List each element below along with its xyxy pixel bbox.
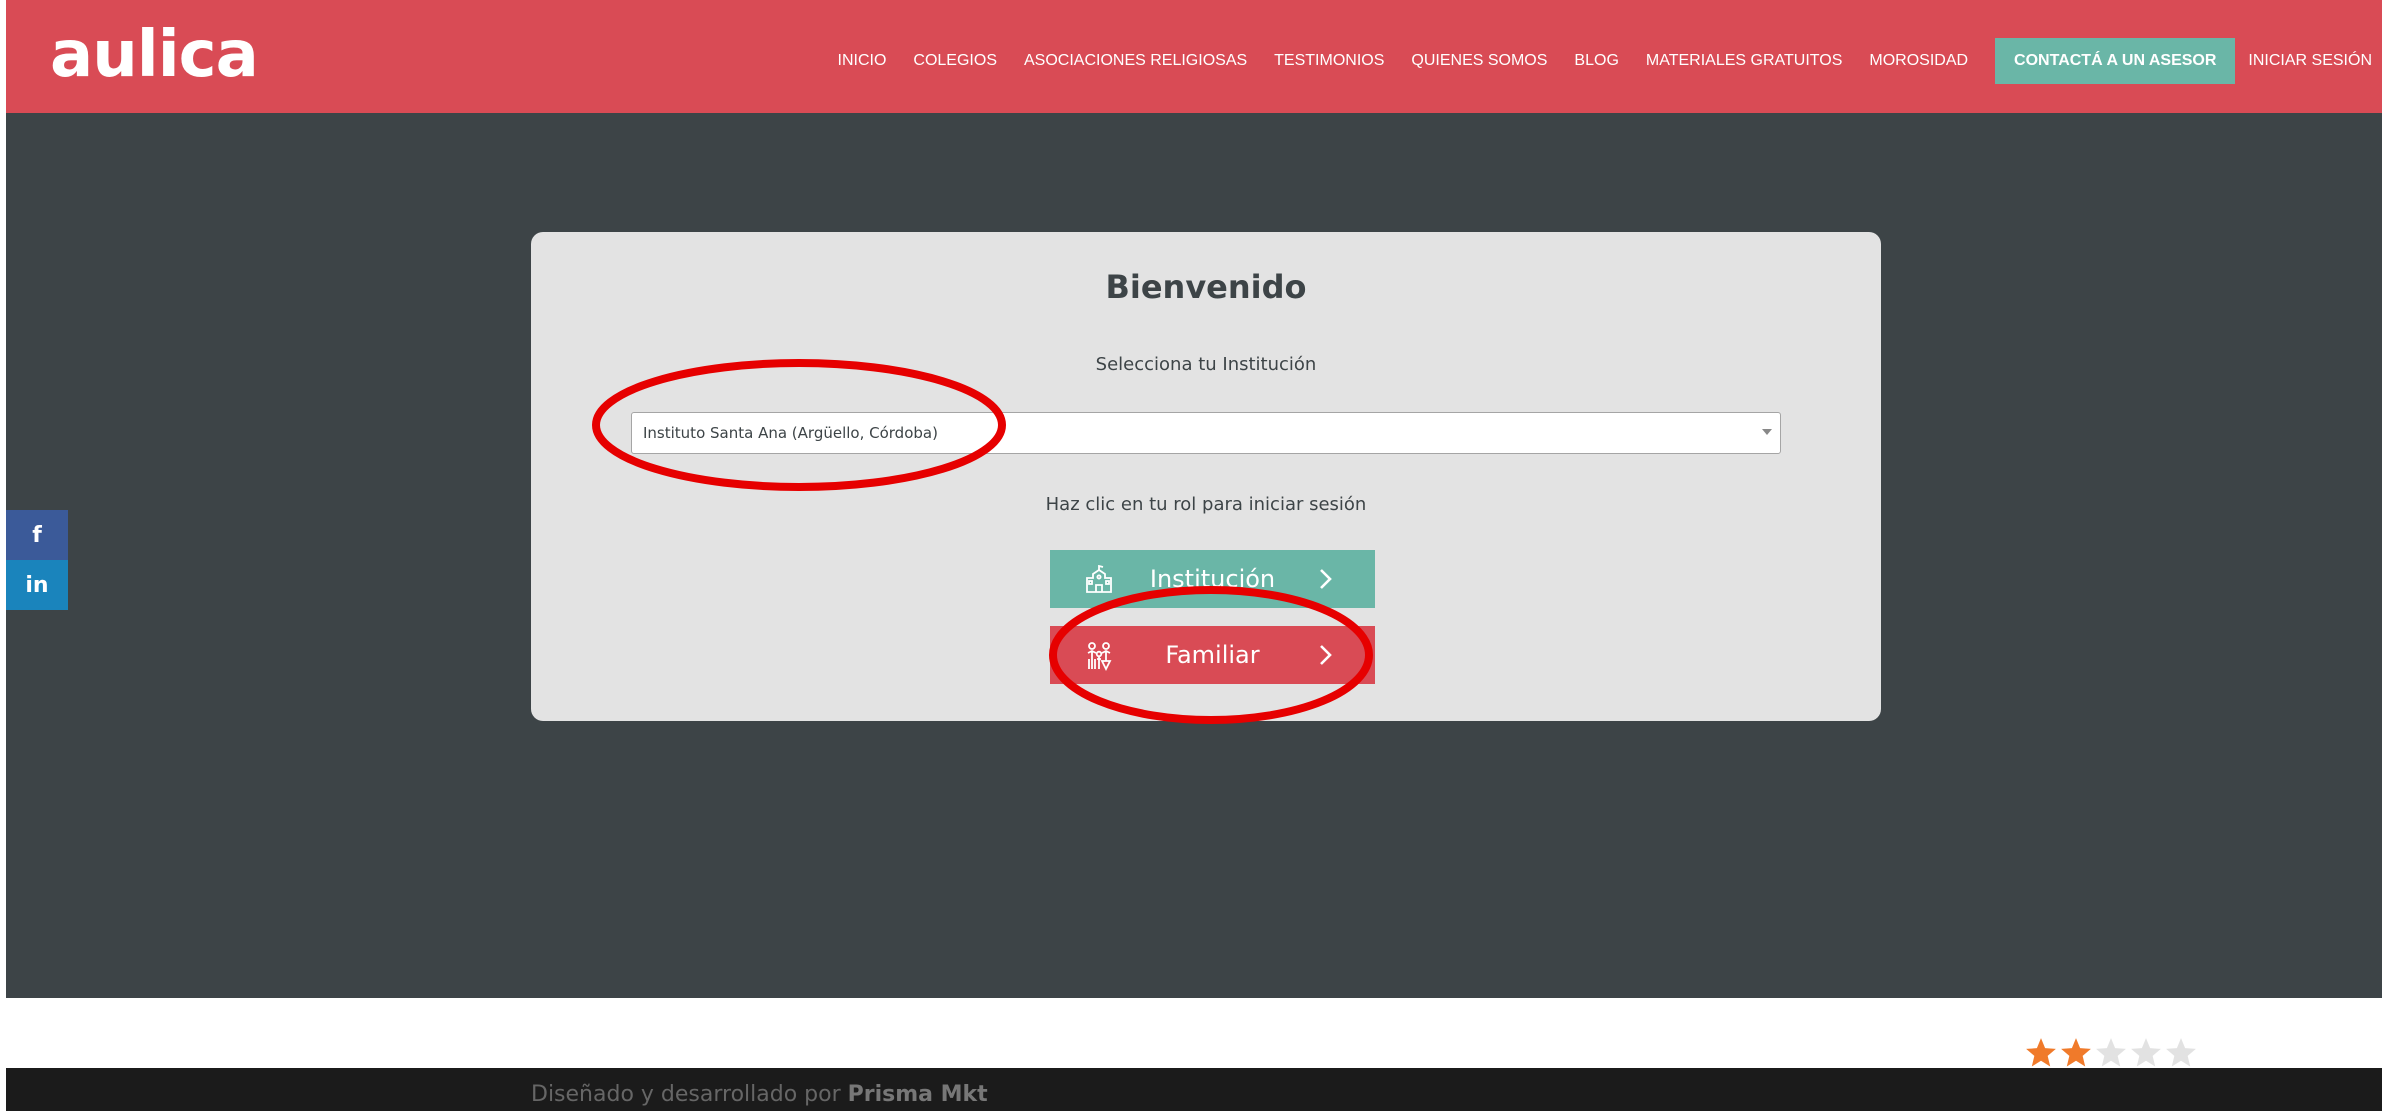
star-icon[interactable] — [2164, 1036, 2198, 1070]
login-card: Bienvenido Selecciona tu Institución Ins… — [531, 232, 1881, 721]
dropdown-arrow-icon — [1762, 429, 1772, 435]
login-link[interactable]: INICIAR SESIÓN — [2248, 52, 2372, 70]
family-role-button[interactable]: Familiar — [1050, 626, 1375, 684]
role-prompt: Haz clic en tu rol para iniciar sesión — [1045, 494, 1367, 515]
star-icon[interactable] — [2129, 1036, 2163, 1070]
footer-brand-link[interactable]: Prisma Mkt — [848, 1082, 988, 1107]
page-title: Bienvenido — [1105, 268, 1307, 306]
contact-advisor-button[interactable]: CONTACTÁ A UN ASESOR — [1995, 38, 2236, 84]
chevron-right-icon — [1320, 569, 1332, 589]
footer-credit: Diseñado y desarrollado por Prisma Mkt — [531, 1082, 988, 1107]
institution-select[interactable]: Instituto Santa Ana (Argüello, Córdoba) — [631, 412, 1781, 454]
linkedin-icon[interactable]: in — [6, 560, 68, 610]
nav-asociaciones-religiosas[interactable]: ASOCIACIONES RELIGIOSAS — [1024, 52, 1247, 70]
nav-materiales-gratuitos[interactable]: MATERIALES GRATUITOS — [1646, 52, 1842, 70]
institution-select-value: Instituto Santa Ana (Argüello, Córdoba) — [643, 424, 938, 442]
select-institution-label: Selecciona tu Institución — [1095, 354, 1317, 375]
star-icon[interactable] — [2024, 1036, 2058, 1070]
site-header: aulica INICIO COLEGIOS ASOCIACIONES RELI… — [6, 0, 2382, 113]
nav-blog[interactable]: BLOG — [1574, 52, 1618, 70]
star-rating[interactable] — [2024, 1036, 2199, 1070]
aulica-logo[interactable]: aulica — [50, 20, 259, 90]
nav-testimonios[interactable]: TESTIMONIOS — [1274, 52, 1384, 70]
facebook-icon[interactable]: f — [6, 510, 68, 560]
social-share-bar: f in — [6, 510, 68, 610]
main-nav: INICIO COLEGIOS ASOCIACIONES RELIGIOSAS … — [811, 38, 2372, 84]
nav-morosidad[interactable]: MOROSIDAD — [1869, 52, 1968, 70]
star-icon[interactable] — [2059, 1036, 2093, 1070]
nav-colegios[interactable]: COLEGIOS — [913, 52, 997, 70]
chevron-right-icon — [1320, 645, 1332, 665]
institution-role-button[interactable]: Institución — [1050, 550, 1375, 608]
nav-quienes-somos[interactable]: QUIENES SOMOS — [1411, 52, 1547, 70]
site-footer: Diseñado y desarrollado por Prisma Mkt — [6, 1068, 2382, 1111]
nav-inicio[interactable]: INICIO — [838, 52, 887, 70]
star-icon[interactable] — [2094, 1036, 2128, 1070]
